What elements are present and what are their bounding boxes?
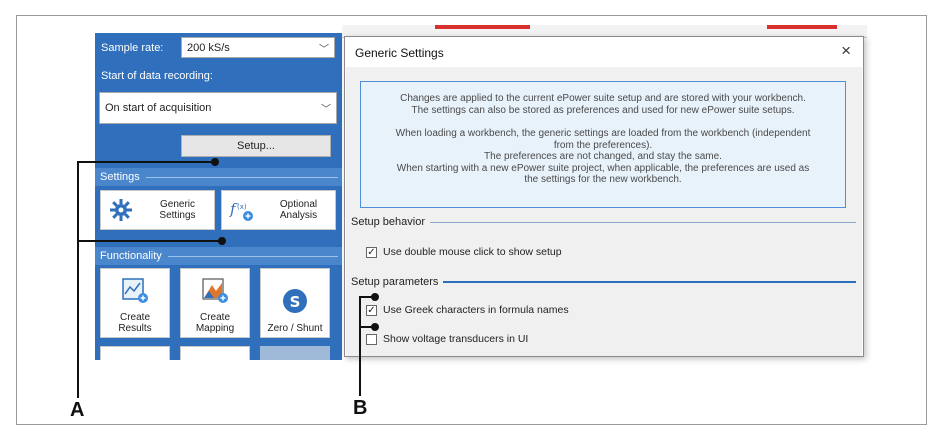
results-chart-icon (120, 277, 150, 308)
gear-icon (101, 198, 141, 222)
functionality-section-header: Functionality (95, 247, 342, 265)
setup-parameters-title: Setup parameters (351, 276, 439, 288)
close-icon[interactable]: × (841, 41, 851, 61)
optional-analysis-label: Optional Analysis (279, 199, 318, 221)
checkbox-checked[interactable]: ✓ (366, 304, 377, 316)
info-text: the settings for the new workbench. (524, 174, 682, 185)
create-mapping-label: Create Mapping (195, 312, 235, 334)
generic-settings-dialog: Generic Settings × Changes are applied t… (344, 36, 864, 357)
create-results-label: Create Results (118, 312, 152, 334)
double-click-checkbox[interactable]: ✓ Use double mouse click to show setup (366, 246, 562, 258)
create-mapping-button[interactable]: Create Mapping (180, 268, 250, 338)
zero-shunt-icon: S (280, 288, 310, 319)
callout-b-letter: B (353, 397, 368, 419)
optional-analysis-button[interactable]: f (x) Optional Analysis (221, 190, 336, 230)
acquisition-panel: Sample rate: 200 kS/s ﹀ Start of data re… (95, 33, 342, 360)
callout-a-letter: A (70, 399, 85, 421)
start-recording-value: On start of acquisition (105, 102, 212, 114)
callout-a-line (78, 161, 215, 163)
setup-behavior-group: Setup behavior (351, 216, 856, 228)
voltage-transducers-label: Show voltage transducers in UI (383, 333, 529, 345)
info-text: Changes are applied to the current ePowe… (400, 93, 806, 104)
partial-tile-disabled (260, 346, 330, 360)
setup-button[interactable]: Setup... (181, 135, 331, 157)
dialog-body: Changes are applied to the current ePowe… (346, 67, 862, 356)
generic-settings-button[interactable]: Generic Settings (100, 190, 215, 230)
callout-a-line (77, 161, 79, 398)
setup-parameters-group: Setup parameters (351, 276, 856, 288)
dialog-title: Generic Settings (355, 46, 444, 60)
zero-shunt-label: Zero / Shunt (267, 323, 323, 334)
svg-text:(x): (x) (237, 203, 247, 211)
create-results-button[interactable]: Create Results (100, 268, 170, 338)
chevron-down-icon: ﹀ (321, 104, 331, 116)
partial-tile[interactable] (180, 346, 250, 360)
settings-section-title: Settings (100, 171, 140, 183)
generic-settings-label: Generic Settings (159, 199, 196, 221)
sample-rate-value: 200 kS/s (187, 41, 230, 54)
start-recording-select[interactable]: On start of acquisition ﹀ (99, 92, 337, 124)
info-text: When starting with a new ePower suite pr… (396, 162, 810, 174)
callout-b-line (359, 296, 361, 396)
callout-b-line (360, 296, 373, 298)
function-plus-icon: f (x) (222, 198, 262, 222)
settings-section-header: Settings (95, 168, 342, 186)
sample-rate-label: Sample rate: (101, 42, 164, 54)
toolbar-tab-highlight (767, 25, 837, 29)
chevron-down-icon: ﹀ (319, 44, 329, 55)
sample-rate-select[interactable]: 200 kS/s ﹀ (181, 37, 335, 58)
mapping-icon (200, 277, 230, 308)
info-text: The settings can also be stored as prefe… (411, 104, 795, 116)
start-recording-label: Start of data recording: (101, 70, 213, 82)
checkbox-unchecked[interactable] (366, 333, 377, 345)
info-box: Changes are applied to the current ePowe… (360, 81, 846, 208)
toolbar-tab-highlight (435, 25, 530, 29)
voltage-transducers-checkbox[interactable]: Show voltage transducers in UI (366, 333, 528, 345)
callout-a-line (78, 240, 222, 242)
greek-characters-checkbox[interactable]: ✓ Use Greek characters in formula names (366, 304, 569, 316)
callout-b-line (360, 326, 373, 328)
double-click-label: Use double mouse click to show setup (383, 246, 562, 258)
zero-shunt-button[interactable]: S Zero / Shunt (260, 268, 330, 338)
info-text: from the preferences). (553, 139, 653, 151)
info-text: The preferences are not changed, and sta… (484, 151, 722, 162)
functionality-section-title: Functionality (100, 250, 162, 262)
greek-characters-label: Use Greek characters in formula names (383, 304, 569, 316)
checkbox-checked[interactable]: ✓ (366, 246, 377, 258)
info-text: When loading a workbench, the generic se… (395, 128, 811, 139)
partial-tile[interactable] (100, 346, 170, 360)
setup-behavior-title: Setup behavior (351, 216, 425, 228)
svg-text:S: S (290, 293, 301, 311)
